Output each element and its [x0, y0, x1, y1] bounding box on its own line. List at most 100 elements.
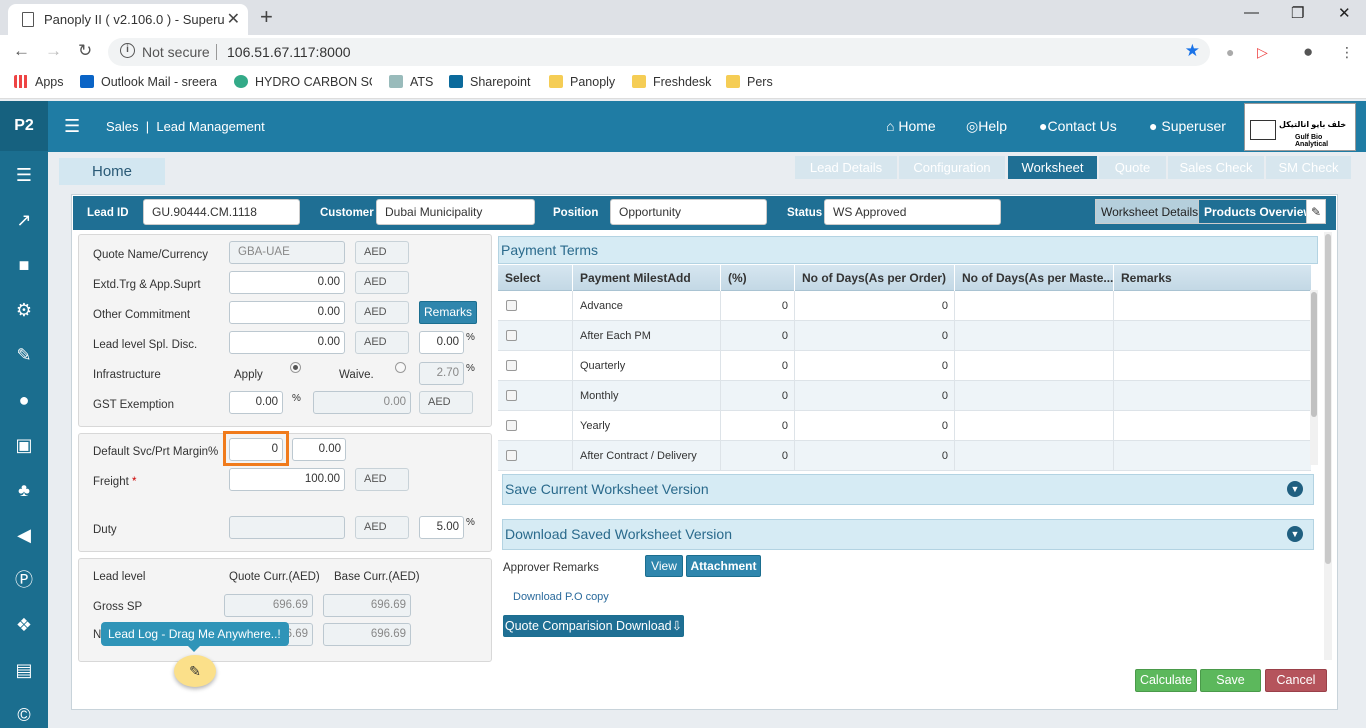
select-cell[interactable]	[498, 441, 573, 471]
gst-percent-input[interactable]: 0.00	[229, 391, 283, 414]
extension-2-icon[interactable]: ▷	[1257, 44, 1268, 61]
tab-configuration[interactable]: Configuration	[899, 156, 1005, 179]
extension-icon[interactable]: ●	[1226, 44, 1234, 60]
download-po-link[interactable]: Download P.O copy	[513, 591, 609, 603]
forward-icon[interactable]: →	[45, 41, 62, 61]
users-icon[interactable]: ♣	[12, 478, 36, 502]
bookmark-freshdesk[interactable]: Freshdesk	[632, 75, 711, 89]
tab-lead-details[interactable]: Lead Details	[795, 156, 897, 179]
table-row[interactable]: Advance 0 0	[498, 291, 1311, 321]
customer-field[interactable]: Dubai Municipality	[376, 199, 535, 225]
freight-input[interactable]: 100.00	[229, 468, 345, 491]
tab-quote[interactable]: Quote	[1099, 156, 1166, 179]
panel-scrollbar[interactable]	[1324, 232, 1332, 660]
calculate-button[interactable]: Calculate	[1135, 669, 1197, 692]
edit-icon[interactable]: ✎	[1306, 199, 1326, 224]
lead-id-field[interactable]: GU.90444.CM.1118	[143, 199, 300, 225]
view-button[interactable]: View	[645, 555, 683, 577]
row-checkbox[interactable]	[506, 300, 517, 311]
row-checkbox[interactable]	[506, 360, 517, 371]
cubes-icon[interactable]: ❖	[12, 613, 36, 637]
bookmark-apps[interactable]: Apps	[14, 75, 64, 89]
products-overview-button[interactable]: Products Overview	[1198, 199, 1319, 224]
nav-contact[interactable]: ●Contact Us	[1039, 118, 1117, 134]
new-tab-icon[interactable]: +	[260, 4, 273, 30]
download-version-accordion[interactable]: Download Saved Worksheet Version ▼	[502, 519, 1314, 550]
remarks-button[interactable]: Remarks	[419, 301, 477, 324]
gst-amount-field[interactable]: 0.00	[313, 391, 411, 414]
chevron-down-icon[interactable]: ▼	[1287, 481, 1303, 497]
duty-amount-field[interactable]	[229, 516, 345, 539]
table-row[interactable]: After Each PM 0 0	[498, 321, 1311, 351]
other-commitment-input[interactable]: 0.00	[229, 301, 345, 324]
position-field[interactable]: Opportunity	[610, 199, 767, 225]
margin-secondary-input[interactable]: 0.00	[292, 438, 346, 461]
bookmark-ats[interactable]: ATS	[389, 75, 433, 89]
table-row[interactable]: Yearly 0 0	[498, 411, 1311, 441]
bookmark-outlook[interactable]: Outlook Mail - sreera	[80, 75, 217, 89]
wrench-icon[interactable]: ✎	[12, 343, 36, 367]
url-field[interactable]: i Not secure 106.51.67.117:8000 ★	[108, 38, 1210, 66]
chart-icon[interactable]: ↗	[12, 208, 36, 232]
maximize-icon[interactable]: ❐	[1291, 4, 1304, 22]
gear-icon[interactable]: ⚙	[12, 298, 36, 322]
select-cell[interactable]	[498, 321, 573, 351]
chevron-down-icon[interactable]: ▼	[1287, 526, 1303, 542]
scrollbar-thumb[interactable]	[1311, 292, 1317, 417]
close-tab-icon[interactable]: ✕	[227, 9, 240, 29]
tab-worksheet[interactable]: Worksheet	[1008, 156, 1097, 179]
copyright-icon[interactable]: ©	[12, 703, 36, 727]
spl-disc-percent[interactable]: 0.00	[419, 331, 464, 354]
bookmark-hydro[interactable]: HYDRO CARBON SOL	[234, 75, 372, 89]
table-row[interactable]: Quarterly 0 0	[498, 351, 1311, 381]
quote-comparison-download-button[interactable]: Quote Comparision Download⇩	[503, 615, 684, 637]
table-row[interactable]: Monthly 0 0	[498, 381, 1311, 411]
extd-input[interactable]: 0.00	[229, 271, 345, 294]
minimize-icon[interactable]: —	[1244, 4, 1259, 21]
attachment-button[interactable]: Attachment	[686, 555, 761, 577]
home-breadcrumb-tab[interactable]: Home	[59, 158, 165, 185]
profile-icon[interactable]: ●	[1303, 42, 1313, 62]
bookmark-star-icon[interactable]: ★	[1185, 41, 1200, 61]
bookmark-sharepoint[interactable]: Sharepoint	[449, 75, 530, 89]
row-checkbox[interactable]	[506, 450, 517, 461]
apply-radio[interactable]	[290, 362, 301, 373]
table-scrollbar[interactable]	[1310, 290, 1318, 465]
worksheet-details-button[interactable]: Worksheet Details	[1095, 199, 1205, 224]
quote-name-field[interactable]: GBA-UAE	[229, 241, 345, 264]
status-field[interactable]: WS Approved	[824, 199, 1001, 225]
browser-tab[interactable]: Panoply II ( v2.106.0 ) - Superuse ✕	[8, 4, 248, 35]
close-window-icon[interactable]: ✕	[1338, 4, 1351, 22]
lead-log-tooltip[interactable]: Lead Log - Drag Me Anywhere..!	[101, 622, 289, 652]
menu-dots-icon[interactable]: ⋮	[1340, 44, 1354, 61]
select-cell[interactable]	[498, 381, 573, 411]
tab-sales-check[interactable]: Sales Check	[1168, 156, 1264, 179]
select-cell[interactable]	[498, 351, 573, 381]
nav-user[interactable]: ● Superuser	[1149, 118, 1226, 134]
select-cell[interactable]	[498, 411, 573, 441]
spl-disc-input[interactable]: 0.00	[229, 331, 345, 354]
database-icon[interactable]: ☰	[12, 163, 36, 187]
reload-icon[interactable]: ↻	[78, 41, 92, 61]
scrollbar-thumb[interactable]	[1325, 234, 1331, 564]
row-checkbox[interactable]	[506, 330, 517, 341]
truck-icon[interactable]: ■	[12, 253, 36, 277]
megaphone-icon[interactable]: ◀	[12, 523, 36, 547]
table-row[interactable]: After Contract / Delivery 0 0	[498, 441, 1311, 471]
hamburger-menu-icon[interactable]: ☰	[64, 116, 80, 137]
parking-icon[interactable]: Ⓟ	[12, 568, 36, 592]
money-icon[interactable]: ▣	[12, 433, 36, 457]
save-button[interactable]: Save	[1200, 669, 1261, 692]
tab-sm-check[interactable]: SM Check	[1266, 156, 1351, 179]
back-icon[interactable]: ←	[13, 41, 30, 61]
save-version-accordion[interactable]: Save Current Worksheet Version ▼	[502, 474, 1314, 505]
duty-percent-input[interactable]: 5.00	[419, 516, 464, 539]
nav-home[interactable]: ⌂ Home	[886, 118, 936, 134]
waive-radio[interactable]	[395, 362, 406, 373]
row-checkbox[interactable]	[506, 420, 517, 431]
cancel-button[interactable]: Cancel	[1265, 669, 1327, 692]
bookmark-panoply[interactable]: Panoply	[549, 75, 615, 89]
row-checkbox[interactable]	[506, 390, 517, 401]
info-icon[interactable]: i	[120, 43, 135, 58]
infra-percent[interactable]: 2.70	[419, 362, 464, 385]
